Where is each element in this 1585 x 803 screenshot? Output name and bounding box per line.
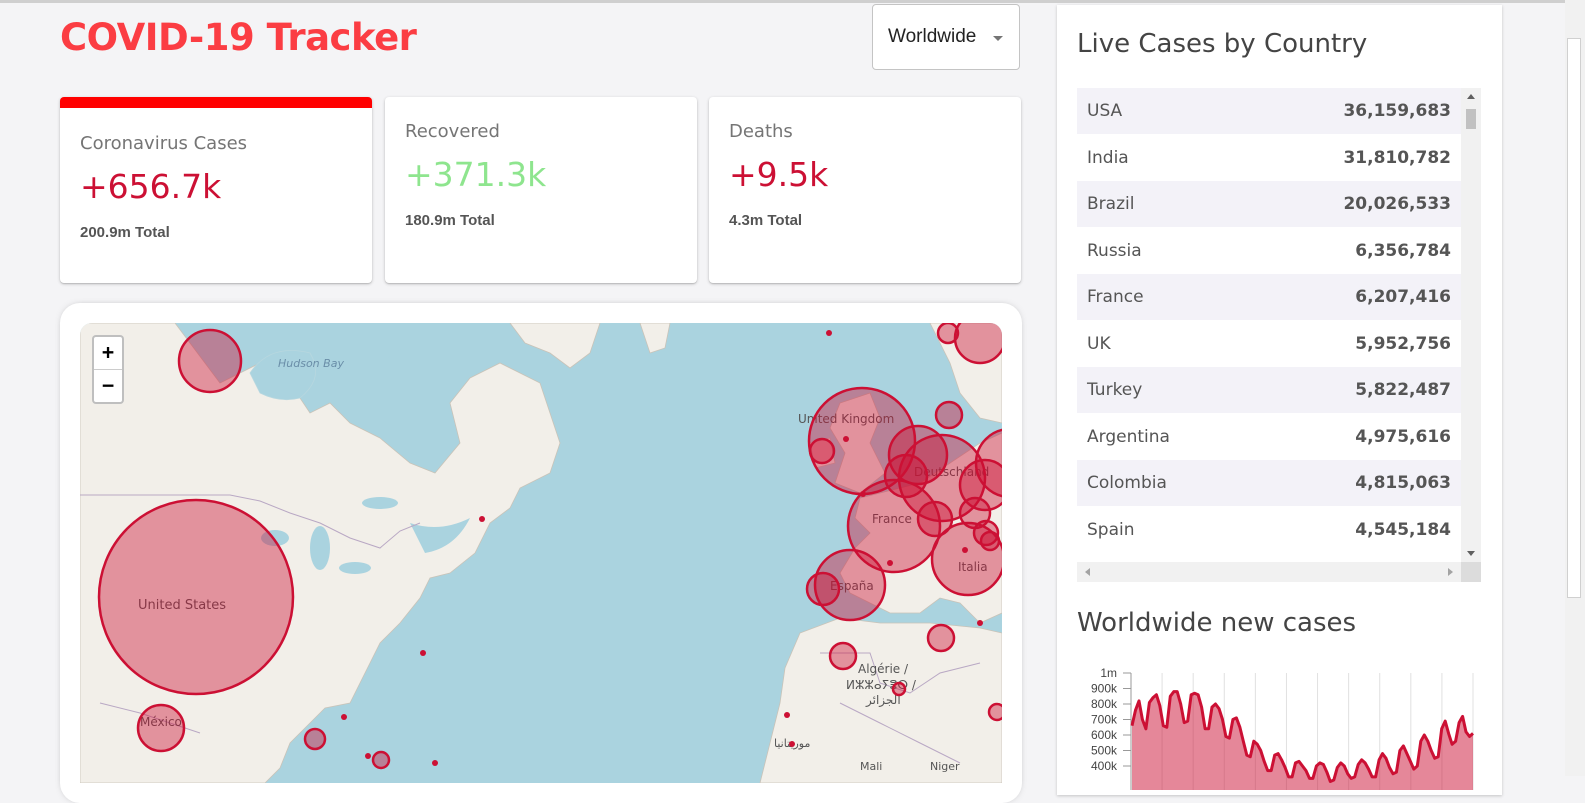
table-row: Colombia 4,815,063	[1077, 460, 1461, 506]
infobox-cases[interactable]: Coronavirus Cases +656.7k 200.9m Total	[60, 97, 372, 283]
map-canvas[interactable]: Hudson Bay United States México United K…	[80, 323, 1002, 783]
case-circle[interactable]	[953, 323, 1002, 365]
scroll-down-arrow-icon[interactable]	[1467, 551, 1475, 556]
case-circle[interactable]	[916, 500, 954, 538]
table-row: Spain 4,545,184	[1077, 507, 1461, 553]
case-circle[interactable]	[934, 400, 964, 430]
case-circle[interactable]	[371, 750, 391, 770]
zoom-out-button[interactable]: −	[94, 370, 122, 402]
infobox-title: Coronavirus Cases	[80, 133, 248, 154]
case-circle[interactable]	[808, 437, 836, 465]
infobox-new-cases: +371.3k	[405, 155, 547, 194]
table-row: Argentina 4,975,616	[1077, 414, 1461, 460]
country-name: Turkey	[1087, 380, 1143, 400]
label-algerie-tifinagh: ⵍⵣⵣⴰⵢⴻⵔ /	[846, 678, 917, 692]
case-circle-usa[interactable]	[97, 498, 295, 696]
label-hudson-bay: Hudson Bay	[278, 357, 344, 370]
case-circle[interactable]	[936, 323, 960, 345]
country-name: Brazil	[1087, 194, 1135, 214]
label-algerie-arabic: الجزائر	[865, 693, 901, 708]
country-cases: 36,159,683	[1343, 101, 1451, 121]
case-circle[interactable]	[987, 702, 1002, 722]
y-tick-label: 400k	[1091, 759, 1118, 773]
country-cases: 20,026,533	[1343, 194, 1451, 214]
new-cases-chart: 1m 900k 800k 700k 600k 500k 400k	[1077, 660, 1477, 790]
case-circle[interactable]	[883, 453, 929, 499]
y-tick-label: 600k	[1091, 728, 1118, 742]
country-cases: 4,545,184	[1355, 519, 1451, 540]
infobox-total: 180.9m Total	[405, 212, 495, 229]
infobox-new-cases: +656.7k	[80, 167, 222, 206]
table-row: France 6,207,416	[1077, 274, 1461, 320]
case-circle[interactable]	[805, 571, 841, 607]
scroll-left-arrow-icon[interactable]	[1085, 568, 1090, 576]
country-name: Argentina	[1087, 426, 1170, 447]
country-cases: 6,207,416	[1355, 287, 1451, 307]
table-row: UK 5,952,756	[1077, 321, 1461, 367]
country-cases: 4,815,063	[1355, 473, 1451, 493]
country-name: USA	[1087, 101, 1123, 121]
table-row: India 31,810,782	[1077, 135, 1461, 181]
label-niger: Niger	[930, 760, 960, 773]
world-map[interactable]: Hudson Bay United States México United K…	[80, 323, 1002, 783]
country-cases: 31,810,782	[1343, 147, 1451, 168]
country-cases: 4,975,616	[1355, 426, 1451, 447]
chevron-down-icon	[993, 36, 1003, 41]
country-cases: 5,952,756	[1355, 333, 1451, 354]
country-cases: 6,356,784	[1355, 240, 1451, 261]
map-zoom-control: + −	[92, 335, 124, 404]
scroll-right-arrow-icon[interactable]	[1448, 568, 1453, 576]
table-vertical-scrollbar[interactable]	[1461, 88, 1481, 562]
case-circle-mexico[interactable]	[136, 703, 186, 753]
infobox-total: 200.9m Total	[80, 224, 170, 241]
country-cases-table[interactable]: USA 36,159,683 India 31,810,782 Brazil 20,026…	[1077, 88, 1481, 582]
chart-title: Worldwide new cases	[1077, 608, 1357, 638]
case-circle[interactable]	[303, 727, 327, 751]
table-horizontal-scrollbar[interactable]	[1077, 562, 1461, 582]
country-name: Spain	[1087, 519, 1135, 540]
country-name: Colombia	[1087, 473, 1167, 493]
case-circle[interactable]	[828, 641, 858, 671]
page-scrollbar[interactable]	[1565, 0, 1585, 776]
y-tick-label: 900k	[1091, 682, 1118, 696]
page-scrollbar-thumb[interactable]	[1567, 38, 1581, 598]
scrollbar-thumb[interactable]	[1466, 109, 1476, 129]
country-select[interactable]: Worldwide	[872, 4, 1020, 70]
country-name: UK	[1087, 333, 1111, 354]
scrollbar-corner	[1461, 562, 1481, 582]
label-algerie: Algérie /	[858, 662, 909, 676]
case-circle[interactable]	[891, 681, 907, 697]
table-row: Russia 6,356,784	[1077, 228, 1461, 274]
table-title: Live Cases by Country	[1077, 29, 1368, 59]
infobox-deaths[interactable]: Deaths +9.5k 4.3m Total	[709, 97, 1021, 283]
infobox-title: Recovered	[405, 121, 500, 142]
scroll-up-arrow-icon[interactable]	[1467, 94, 1475, 99]
right-sidebar: Live Cases by Country USA 36,159,683 India…	[1057, 5, 1502, 795]
infobox-total: 4.3m Total	[729, 212, 803, 229]
infobox-title: Deaths	[729, 121, 793, 142]
country-select-value: Worldwide	[888, 26, 977, 47]
y-tick-label: 700k	[1091, 713, 1118, 727]
y-tick-label: 800k	[1091, 697, 1118, 711]
y-tick-label: 500k	[1091, 744, 1118, 758]
zoom-in-button[interactable]: +	[94, 337, 122, 370]
case-circle[interactable]	[926, 623, 956, 653]
y-tick-label: 1m	[1100, 666, 1117, 680]
country-name: India	[1087, 147, 1129, 168]
table-row: USA 36,159,683	[1077, 88, 1461, 134]
case-circle[interactable]	[177, 328, 243, 394]
table-row: Brazil 20,026,533	[1077, 181, 1461, 227]
app-title: COVID-19 Tracker	[60, 16, 417, 59]
case-circle[interactable]	[979, 530, 1001, 552]
country-name: Russia	[1087, 240, 1142, 261]
infobox-new-cases: +9.5k	[729, 155, 829, 194]
browser-top-border	[0, 0, 1585, 3]
country-cases: 5,822,487	[1355, 380, 1451, 400]
country-name: France	[1087, 287, 1144, 307]
table-row: Turkey 5,822,487	[1077, 367, 1461, 413]
new-cases-chart-svg: 1m 900k800k 700k600k 500k400k	[1091, 666, 1474, 790]
label-mali: Mali	[860, 760, 882, 773]
infobox-recovered[interactable]: Recovered +371.3k 180.9m Total	[385, 97, 697, 283]
